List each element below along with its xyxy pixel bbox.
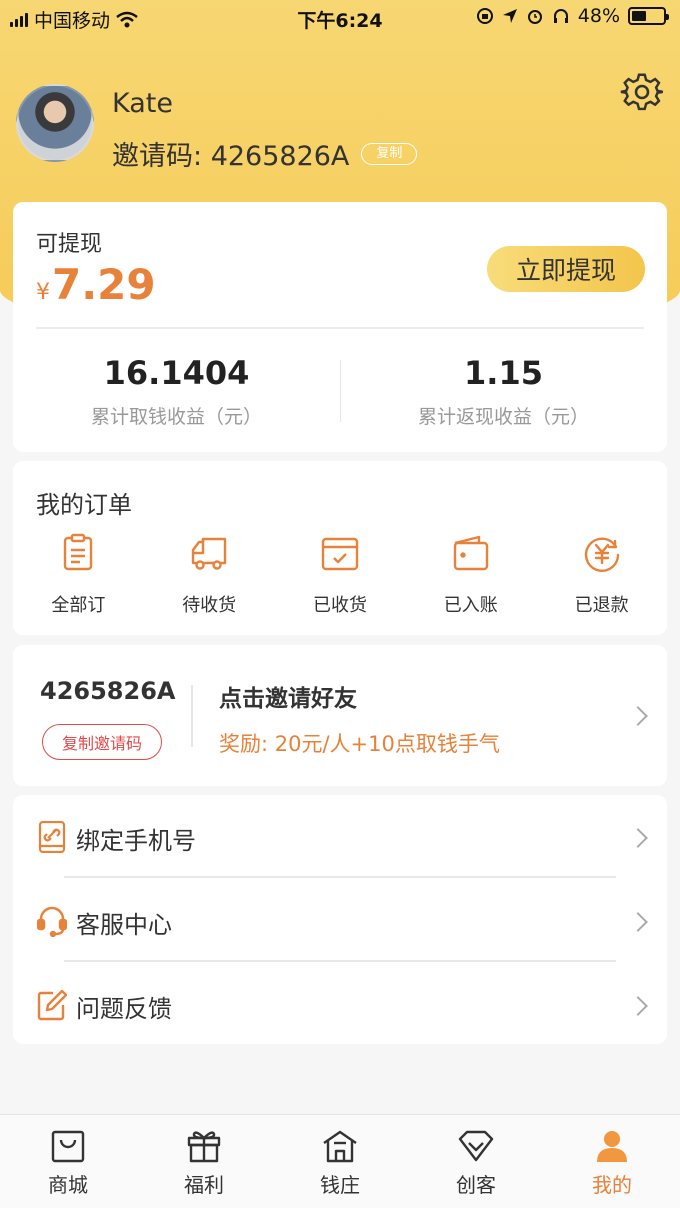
tab-label: 商城	[48, 1173, 88, 1197]
orientation-lock-icon	[476, 8, 493, 24]
order-label: 已收货	[312, 595, 367, 616]
yen-refund-icon	[584, 537, 619, 572]
gear-icon[interactable]	[620, 70, 664, 114]
order-label: 已入账	[443, 595, 498, 616]
menu-item-feedback[interactable]: 问题反馈	[13, 963, 667, 1047]
order-received[interactable]: 已收货	[275, 533, 406, 617]
house-icon	[323, 1130, 357, 1163]
gift-icon	[187, 1131, 221, 1163]
settings-menu: 绑定手机号 客服中心 问题反馈	[13, 795, 667, 1044]
orders-card: 我的订单 全部订 待收货 已收货 已入账 已退款	[13, 461, 667, 635]
edit-icon	[37, 989, 67, 1021]
order-label: 全部订	[51, 595, 106, 616]
menu-item-bind-phone[interactable]: 绑定手机号	[13, 795, 667, 879]
chevron-right-icon	[628, 996, 648, 1016]
amount-value: 7.29	[52, 260, 156, 309]
chevron-right-icon	[628, 912, 648, 932]
headset-icon	[37, 906, 67, 937]
battery-percent: 48%	[577, 5, 620, 27]
status-right: 48%	[476, 5, 669, 27]
order-label: 已退款	[574, 595, 629, 616]
order-all[interactable]: 全部订	[13, 533, 144, 617]
divider	[64, 876, 616, 878]
battery-icon	[628, 7, 669, 25]
invite-code-value: 4265826A	[210, 141, 350, 172]
shopping-bag-icon	[51, 1130, 85, 1163]
box-check-icon	[321, 537, 359, 571]
order-label: 待收货	[182, 595, 237, 616]
status-bar: 中国移动 下午6:24 48%	[0, 0, 680, 36]
divider	[36, 327, 644, 329]
stat-cashback-earnings: 1.15 累计返现收益（元）	[340, 354, 667, 429]
divider	[191, 685, 193, 747]
order-credited[interactable]: 已入账	[405, 533, 536, 617]
stat-value: 1.15	[464, 354, 543, 392]
phone-link-icon	[38, 821, 66, 853]
tab-maker[interactable]: 创客	[408, 1115, 544, 1208]
invite-title: 点击邀请好友	[219, 686, 357, 712]
balance-card: 可提现 ¥ 7.29 立即提现 16.1404 累计取钱收益（元） 1.15 累…	[13, 202, 667, 452]
headphones-icon	[553, 9, 568, 23]
menu-item-label: 问题反馈	[76, 995, 172, 1023]
clipboard-icon	[64, 533, 93, 571]
diamond-icon	[458, 1130, 494, 1162]
invite-friends-card[interactable]: 4265826A 复制邀请码 点击邀请好友 奖励: 20元/人+10点取钱手气	[13, 645, 667, 786]
withdrawable-amount: ¥ 7.29	[36, 260, 156, 309]
person-icon	[597, 1131, 627, 1162]
chevron-right-icon	[628, 828, 648, 848]
order-refunded[interactable]: 已退款	[536, 533, 667, 617]
tab-label: 钱庄	[320, 1173, 360, 1197]
tab-label: 我的	[592, 1173, 632, 1197]
stat-label: 累计返现收益（元）	[417, 406, 589, 428]
tab-welfare[interactable]: 福利	[136, 1115, 272, 1208]
stat-value: 16.1404	[103, 354, 250, 392]
truck-icon	[191, 537, 227, 570]
avatar[interactable]	[16, 84, 94, 162]
withdraw-button[interactable]: 立即提现	[487, 246, 645, 292]
order-items: 全部订 待收货 已收货 已入账 已退款	[13, 533, 667, 617]
menu-item-label: 客服中心	[76, 911, 172, 939]
user-name: Kate	[112, 88, 173, 119]
order-pending-receipt[interactable]: 待收货	[144, 533, 275, 617]
menu-item-label: 绑定手机号	[76, 827, 196, 855]
tab-mall[interactable]: 商城	[0, 1115, 136, 1208]
location-icon	[502, 9, 517, 23]
invite-code: 4265826A	[40, 677, 176, 705]
tab-bank[interactable]: 钱庄	[272, 1115, 408, 1208]
menu-item-customer-service[interactable]: 客服中心	[13, 879, 667, 963]
divider	[64, 960, 616, 962]
tab-mine[interactable]: 我的	[544, 1115, 680, 1208]
copy-invite-code-pill[interactable]: 复制	[361, 142, 418, 165]
wallet-icon	[453, 535, 488, 571]
stat-label: 累计取钱收益（元）	[90, 406, 262, 428]
alarm-icon	[527, 10, 542, 24]
tab-label: 创客	[456, 1173, 496, 1197]
tab-label: 福利	[184, 1173, 224, 1197]
copy-invite-code-button[interactable]: 复制邀请码	[42, 724, 162, 760]
invite-code-label: 邀请码:	[112, 141, 211, 172]
orders-title: 我的订单	[36, 491, 132, 519]
currency-symbol: ¥	[36, 280, 50, 305]
invite-reward: 奖励: 20元/人+10点取钱手气	[219, 732, 500, 756]
withdrawable-label: 可提现	[36, 232, 103, 257]
invite-code-line: 邀请码: 4265826A 复制	[112, 134, 418, 173]
chevron-right-icon	[628, 706, 648, 726]
bottom-tab-bar: 商城 福利 钱庄 创客 我的	[0, 1114, 680, 1208]
stat-withdraw-earnings: 16.1404 累计取钱收益（元）	[13, 354, 340, 429]
